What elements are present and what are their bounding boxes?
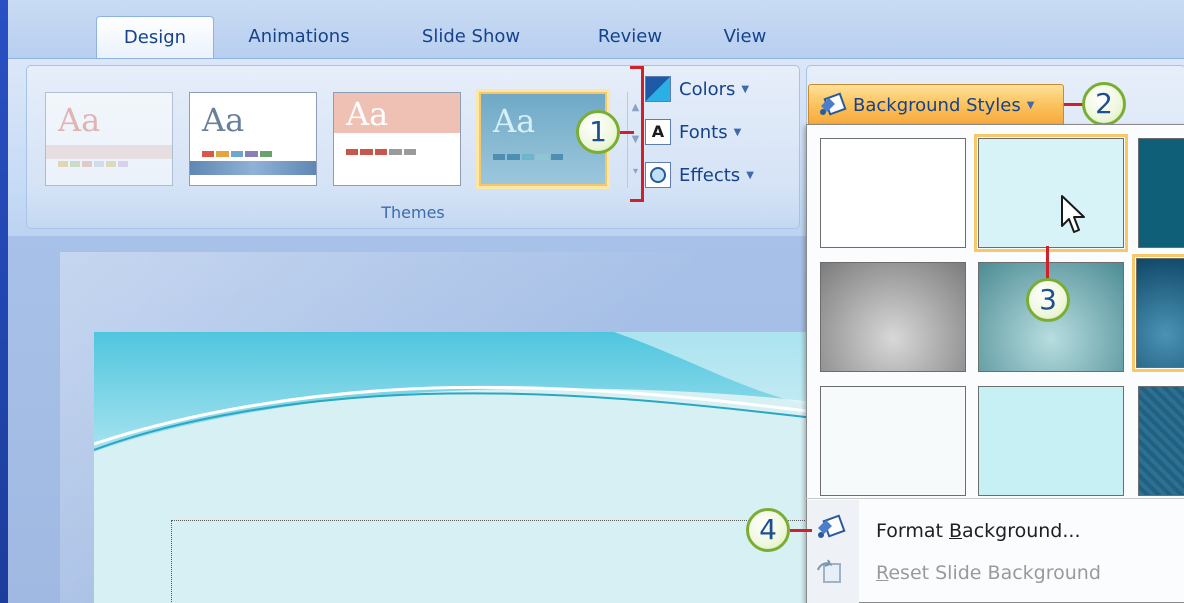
tab-animations[interactable]: Animations xyxy=(234,16,364,58)
chevron-down-icon: ▼ xyxy=(746,169,754,181)
background-style-swatch-6[interactable] xyxy=(1132,254,1184,372)
theme-band xyxy=(190,161,316,175)
background-styles-label: Background Styles xyxy=(853,94,1021,116)
fonts-icon: A xyxy=(645,119,671,145)
background-styles-icon xyxy=(820,92,847,116)
colors-icon xyxy=(645,76,671,102)
effects-label: Effects xyxy=(679,164,741,186)
callout-4-line xyxy=(790,529,812,532)
colors-label: Colors xyxy=(679,78,736,100)
reset-background-icon xyxy=(817,559,841,583)
format-background-text-after: ackground... xyxy=(962,520,1081,542)
background-style-swatch-9[interactable] xyxy=(1138,386,1184,496)
effects-circle-icon xyxy=(650,167,666,183)
callout-2-line xyxy=(1064,103,1084,106)
callout-1: 1 xyxy=(576,110,620,154)
themes-group-label: Themes xyxy=(381,203,445,222)
theme-thumbnail-text: Aa xyxy=(346,95,389,133)
gallery-separator xyxy=(806,498,1184,499)
background-styles-button[interactable]: Background Styles ▼ xyxy=(808,84,1064,126)
format-background-text-before: Format xyxy=(876,520,949,542)
theme-color-dots xyxy=(493,154,564,160)
theme-thumbnail-office[interactable]: Aa xyxy=(45,92,173,186)
theme-color-dots xyxy=(58,161,128,167)
callout-1-line xyxy=(620,131,634,134)
theme-color-dots xyxy=(346,149,417,155)
powerpoint-window: Design Animations Slide Show Review View… xyxy=(0,0,1184,603)
background-style-swatch-7[interactable] xyxy=(820,386,966,496)
format-background-menu-item[interactable]: Format Background... xyxy=(876,520,1080,542)
format-background-accelerator: B xyxy=(949,520,963,542)
chevron-down-icon: ▼ xyxy=(741,83,750,95)
tab-review[interactable]: Review xyxy=(580,16,680,58)
theme-thumbnail-oriel[interactable]: Aa xyxy=(333,92,461,186)
theme-color-dots xyxy=(202,151,273,157)
reset-slide-background-accelerator: R xyxy=(876,562,889,584)
background-style-swatch-1[interactable] xyxy=(820,138,966,248)
theme-thumbnail-text: Aa xyxy=(493,102,536,140)
effects-button[interactable]: Effects ▼ xyxy=(645,158,754,192)
background-style-swatch-3[interactable] xyxy=(1138,138,1184,248)
effects-icon xyxy=(645,162,671,188)
theme-band xyxy=(46,145,172,159)
tab-view[interactable]: View xyxy=(710,16,780,58)
chevron-down-icon: ▼ xyxy=(733,126,742,138)
slide-title-placeholder[interactable] xyxy=(171,520,811,603)
background-style-swatch-2[interactable] xyxy=(974,134,1128,252)
theme-thumbnail-flow[interactable]: Aa xyxy=(189,92,317,186)
callout-4: 4 xyxy=(746,508,790,552)
tab-design[interactable]: Design xyxy=(96,16,214,58)
callout-1-bracket xyxy=(630,66,644,202)
colors-button[interactable]: Colors ▼ xyxy=(645,72,749,106)
chevron-down-icon: ▼ xyxy=(1026,99,1035,111)
mouse-cursor-icon xyxy=(1061,195,1085,233)
background-style-swatch-4[interactable] xyxy=(820,262,966,372)
background-style-swatch-8[interactable] xyxy=(978,386,1124,496)
reset-slide-background-menu-item: Reset Slide Background xyxy=(876,562,1101,584)
callout-3: 3 xyxy=(1026,278,1070,322)
ribbon-tab-strip: Design Animations Slide Show Review View xyxy=(8,0,1184,58)
reset-slide-background-text: eset Slide Background xyxy=(888,562,1101,584)
callout-3-line xyxy=(1046,246,1049,280)
theme-thumbnail-text: Aa xyxy=(202,101,245,139)
fonts-button[interactable]: A Fonts ▼ xyxy=(645,115,741,149)
format-background-icon xyxy=(818,514,846,538)
fonts-label: Fonts xyxy=(679,121,728,143)
callout-2: 2 xyxy=(1082,82,1126,126)
theme-thumbnail-text: Aa xyxy=(58,101,101,139)
tab-slide-show[interactable]: Slide Show xyxy=(406,16,536,58)
